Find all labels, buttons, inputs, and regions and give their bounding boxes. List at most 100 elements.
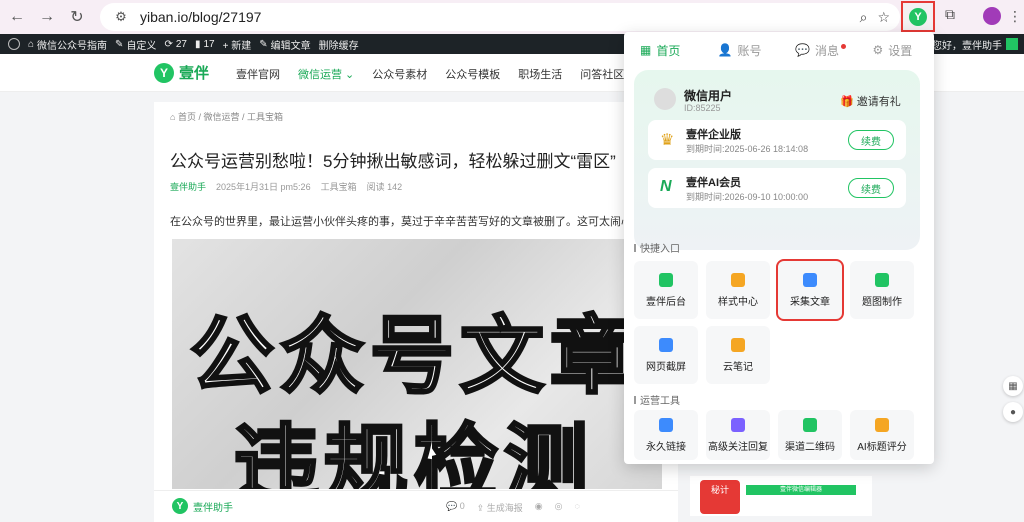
sidebar-banner[interactable]: 秘计 壹伴微信编辑器 <box>690 476 872 516</box>
url-text[interactable]: yiban.io/blog/27197 <box>140 9 261 25</box>
membership-enterprise: ♛ 壹伴企业版 到期时间:2025-06-26 18:14:08 续费 <box>648 120 906 160</box>
wp-bar-item-customize[interactable]: ✎ 自定义 <box>115 37 156 52</box>
pencil-icon <box>731 337 745 352</box>
tab-account[interactable]: 👤 账号 <box>718 42 780 59</box>
user-card: 微信用户 ID:85225 🎁 邀请有礼 ♛ 壹伴企业版 到期时间:2025-06… <box>634 70 920 250</box>
tile-label: 网页截屏 <box>646 361 686 373</box>
extension-popup: ▦ 首页 👤 账号 💬 消息 ⚙ 设置 微信用户 ID:85225 🎁 邀请有礼 ♛ 壹伴… <box>624 32 934 464</box>
ops-tools-heading: 运营工具 <box>634 392 680 407</box>
article-hero-image: 公众号文章 违规检测 <box>172 239 662 489</box>
wp-bar-label: 自定义 <box>126 40 157 52</box>
wp-bar-item-edit[interactable]: ✎ 编辑文章 <box>259 37 310 52</box>
article-category[interactable]: 工具宝箱 <box>321 180 357 193</box>
profile-avatar[interactable] <box>983 7 1001 25</box>
tier-name: 壹伴AI会员 <box>686 177 741 189</box>
weibo-share-icon[interactable]: ◎ <box>555 501 563 514</box>
wp-bar-item-updates[interactable]: ⟳ 27 <box>164 39 187 50</box>
hero-text-line1: 公众号文章 <box>188 306 641 407</box>
collect-icon <box>803 272 817 287</box>
chat-icon: 💬 <box>795 43 810 57</box>
image-icon <box>875 272 889 287</box>
user-icon: 👤 <box>717 43 733 57</box>
quick-screenshot[interactable]: 网页截屏 <box>634 326 698 384</box>
bookmark-star-icon[interactable]: ☆ <box>877 9 890 26</box>
poster-label: 生成海报 <box>486 503 523 513</box>
nav-item[interactable]: 公众号素材 <box>372 66 427 82</box>
tier-expiry: 到期时间:2025-06-26 18:14:08 <box>686 144 809 154</box>
site-settings-icon[interactable]: ⚙ <box>110 9 132 25</box>
browser-menu-icon[interactable]: ⋮ <box>1008 8 1022 25</box>
tile-label: 样式中心 <box>718 296 758 308</box>
yiban-logo-icon: Y <box>172 498 188 514</box>
tab-label: 账号 <box>737 43 762 58</box>
quick-cover-maker[interactable]: 题图制作 <box>850 261 914 319</box>
site-logo[interactable]: Y 壹伴 <box>154 62 209 83</box>
tab-home[interactable]: ▦ 首页 <box>640 42 702 59</box>
wp-bar-account[interactable]: 您好，壹伴助手 <box>932 37 1018 52</box>
quick-admin[interactable]: 壹伴后台 <box>634 261 698 319</box>
quick-collect-article[interactable]: 采集文章 <box>776 259 844 321</box>
extensions-puzzle-icon[interactable]: ⧉ <box>940 6 960 26</box>
tile-label: 采集文章 <box>790 296 830 308</box>
breadcrumb[interactable]: ⌂ 首页 / 微信运营 / 工具宝箱 <box>170 110 283 123</box>
ai-score-icon <box>875 417 889 432</box>
wp-bar-label: + 新建 <box>222 40 252 52</box>
wp-bar-item-purge-cache[interactable]: 删除缓存 <box>319 37 359 52</box>
tab-messages[interactable]: 💬 消息 <box>795 42 857 59</box>
user-id[interactable]: ID:85225 <box>684 103 721 113</box>
article-title: 公众号运营别愁啦！5分钟揪出敏感词，轻松躲过删文“雷区” <box>170 152 616 171</box>
banner-label: 壹伴微信编辑器 <box>746 485 856 495</box>
tab-label: 设置 <box>888 43 913 58</box>
wp-bar-item-comments[interactable]: ▮ 17 <box>195 39 215 50</box>
article-author[interactable]: 壹伴助手 <box>170 180 206 193</box>
article-footer: Y 壹伴助手 💬 0 ⇪ 生成海报 ◉ ◎ ◌ <box>154 490 678 522</box>
footer-author-name: 壹伴助手 <box>193 502 233 514</box>
footer-author[interactable]: Y 壹伴助手 <box>172 498 233 514</box>
assistant-float-icon[interactable]: ● <box>1003 402 1023 422</box>
tab-label: 首页 <box>656 43 681 58</box>
comment-count-value: 0 <box>459 501 465 511</box>
wp-greeting: 您好，壹伴助手 <box>932 40 1002 52</box>
banner-badge: 秘计 <box>700 480 740 514</box>
ai-member-icon: N <box>660 178 672 195</box>
browser-toolbar: ← → ↻ ⚙ yiban.io/blog/27197 ⌕ ☆ Y ⧉ ⋮ <box>0 0 1024 34</box>
quick-style-center[interactable]: 样式中心 <box>706 261 770 319</box>
hero-text-line2: 违规检测 <box>232 414 595 490</box>
zoom-icon[interactable]: ⌕ <box>860 9 868 26</box>
renew-button[interactable]: 续费 <box>848 130 894 150</box>
comment-count[interactable]: 💬 0 <box>446 501 465 514</box>
nav-item-active[interactable]: 微信运营 ⌄ <box>298 66 354 82</box>
tab-settings[interactable]: ⚙ 设置 <box>873 42 935 59</box>
ops-ai-title-score[interactable]: AI标题评分 <box>850 410 914 460</box>
qq-share-icon[interactable]: ◌ <box>575 501 580 514</box>
nav-item[interactable]: 壹伴官网 <box>236 66 280 82</box>
footer-actions: 💬 0 ⇪ 生成海报 ◉ ◎ ◌ <box>446 501 580 514</box>
nav-item[interactable]: 职场生活 <box>518 66 562 82</box>
back-icon[interactable]: ← <box>4 4 30 30</box>
renew-button[interactable]: 续费 <box>848 178 894 198</box>
article-card: ⌂ 首页 / 微信运营 / 工具宝箱 公众号运营别愁啦！5分钟揪出敏感词，轻松躲… <box>154 102 678 522</box>
quick-cloud-notes[interactable]: 云笔记 <box>706 326 770 384</box>
tile-label: AI标题评分 <box>857 441 907 453</box>
nav-item[interactable]: 公众号模板 <box>445 66 500 82</box>
address-bar[interactable]: ⚙ yiban.io/blog/27197 ⌕ ☆ <box>100 3 900 31</box>
forward-icon[interactable]: → <box>34 4 60 30</box>
ops-permalink[interactable]: 永久链接 <box>634 410 698 460</box>
wp-bar-item-new[interactable]: + 新建 <box>223 37 252 52</box>
reply-icon <box>731 417 745 432</box>
wordpress-logo-icon[interactable] <box>8 38 20 50</box>
tile-label: 渠道二维码 <box>785 441 835 453</box>
wechat-share-icon[interactable]: ◉ <box>535 501 543 514</box>
ops-advanced-reply[interactable]: 高级关注回复 <box>706 410 770 460</box>
wp-bar-label: 17 <box>203 38 215 50</box>
ops-channel-qrcode[interactable]: 渠道二维码 <box>778 410 842 460</box>
yiban-extension-button[interactable]: Y <box>901 1 935 32</box>
tile-label: 题图制作 <box>862 296 902 308</box>
nav-item-label: 问答社区 <box>580 69 625 81</box>
wp-bar-item-site[interactable]: ⌂ 微信公众号指南 <box>28 37 107 52</box>
invite-button[interactable]: 🎁 邀请有礼 <box>840 93 901 109</box>
qr-float-icon[interactable]: ▦ <box>1003 376 1023 396</box>
tile-label: 云笔记 <box>723 361 753 373</box>
reload-icon[interactable]: ↻ <box>64 4 90 30</box>
poster-button[interactable]: ⇪ 生成海报 <box>477 501 523 514</box>
